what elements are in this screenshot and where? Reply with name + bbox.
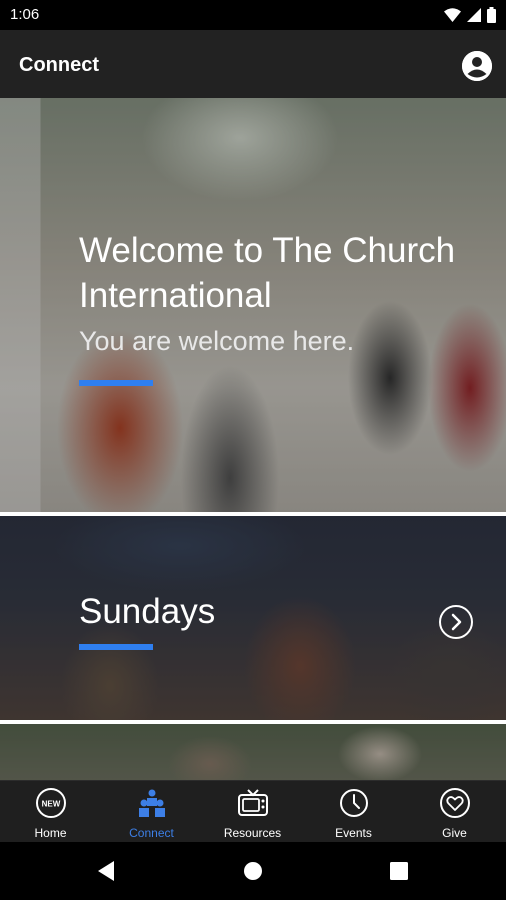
new-badge-icon: NEW [36, 788, 66, 818]
tab-home[interactable]: NEW Home [0, 781, 101, 843]
clock-icon [340, 789, 368, 817]
signal-icon [467, 8, 481, 22]
battery-icon [487, 7, 496, 23]
heart-icon [440, 788, 470, 818]
next-card-partial[interactable] [0, 724, 506, 780]
hero-accent-underline [79, 380, 153, 386]
status-time: 1:06 [10, 6, 40, 23]
tab-give-label: Give [442, 826, 467, 840]
tab-connect-label: Connect [129, 826, 174, 840]
welcome-hero-card[interactable]: Welcome to The Church International You … [0, 98, 506, 512]
recents-square-icon[interactable] [384, 856, 414, 886]
tab-resources-label: Resources [223, 826, 282, 840]
people-icon [139, 789, 165, 817]
bottom-tab-bar: NEW Home Connect Resources Events Give [0, 780, 506, 842]
tv-icon [238, 789, 268, 816]
status-icons [444, 7, 496, 23]
wifi-icon [444, 8, 461, 22]
tab-resources[interactable]: Resources [202, 781, 303, 843]
sundays-card-title: Sundays [79, 592, 216, 631]
app-bar: Connect [0, 30, 506, 98]
chevron-right-circle-icon [451, 613, 462, 631]
page-title: Connect [19, 54, 99, 76]
sundays-card[interactable]: Sundays [0, 516, 506, 720]
status-bar: 1:06 [0, 0, 506, 30]
sundays-accent-underline [79, 644, 153, 650]
tab-connect[interactable]: Connect [101, 781, 202, 843]
sundays-open-button[interactable] [439, 605, 473, 639]
svg-text:NEW: NEW [42, 800, 61, 809]
account-circle-icon [462, 51, 492, 81]
profile-button[interactable] [462, 51, 492, 81]
hero-subtitle: You are welcome here. [79, 326, 355, 356]
back-icon[interactable] [92, 856, 122, 886]
tab-events[interactable]: Events [303, 781, 404, 843]
tab-give[interactable]: Give [404, 781, 505, 843]
tab-home-label: Home [34, 826, 67, 840]
hero-title: Welcome to The Church International [79, 231, 456, 315]
home-circle-icon[interactable] [238, 856, 268, 886]
tab-events-label: Events [335, 826, 372, 840]
system-nav-bar [0, 842, 506, 900]
